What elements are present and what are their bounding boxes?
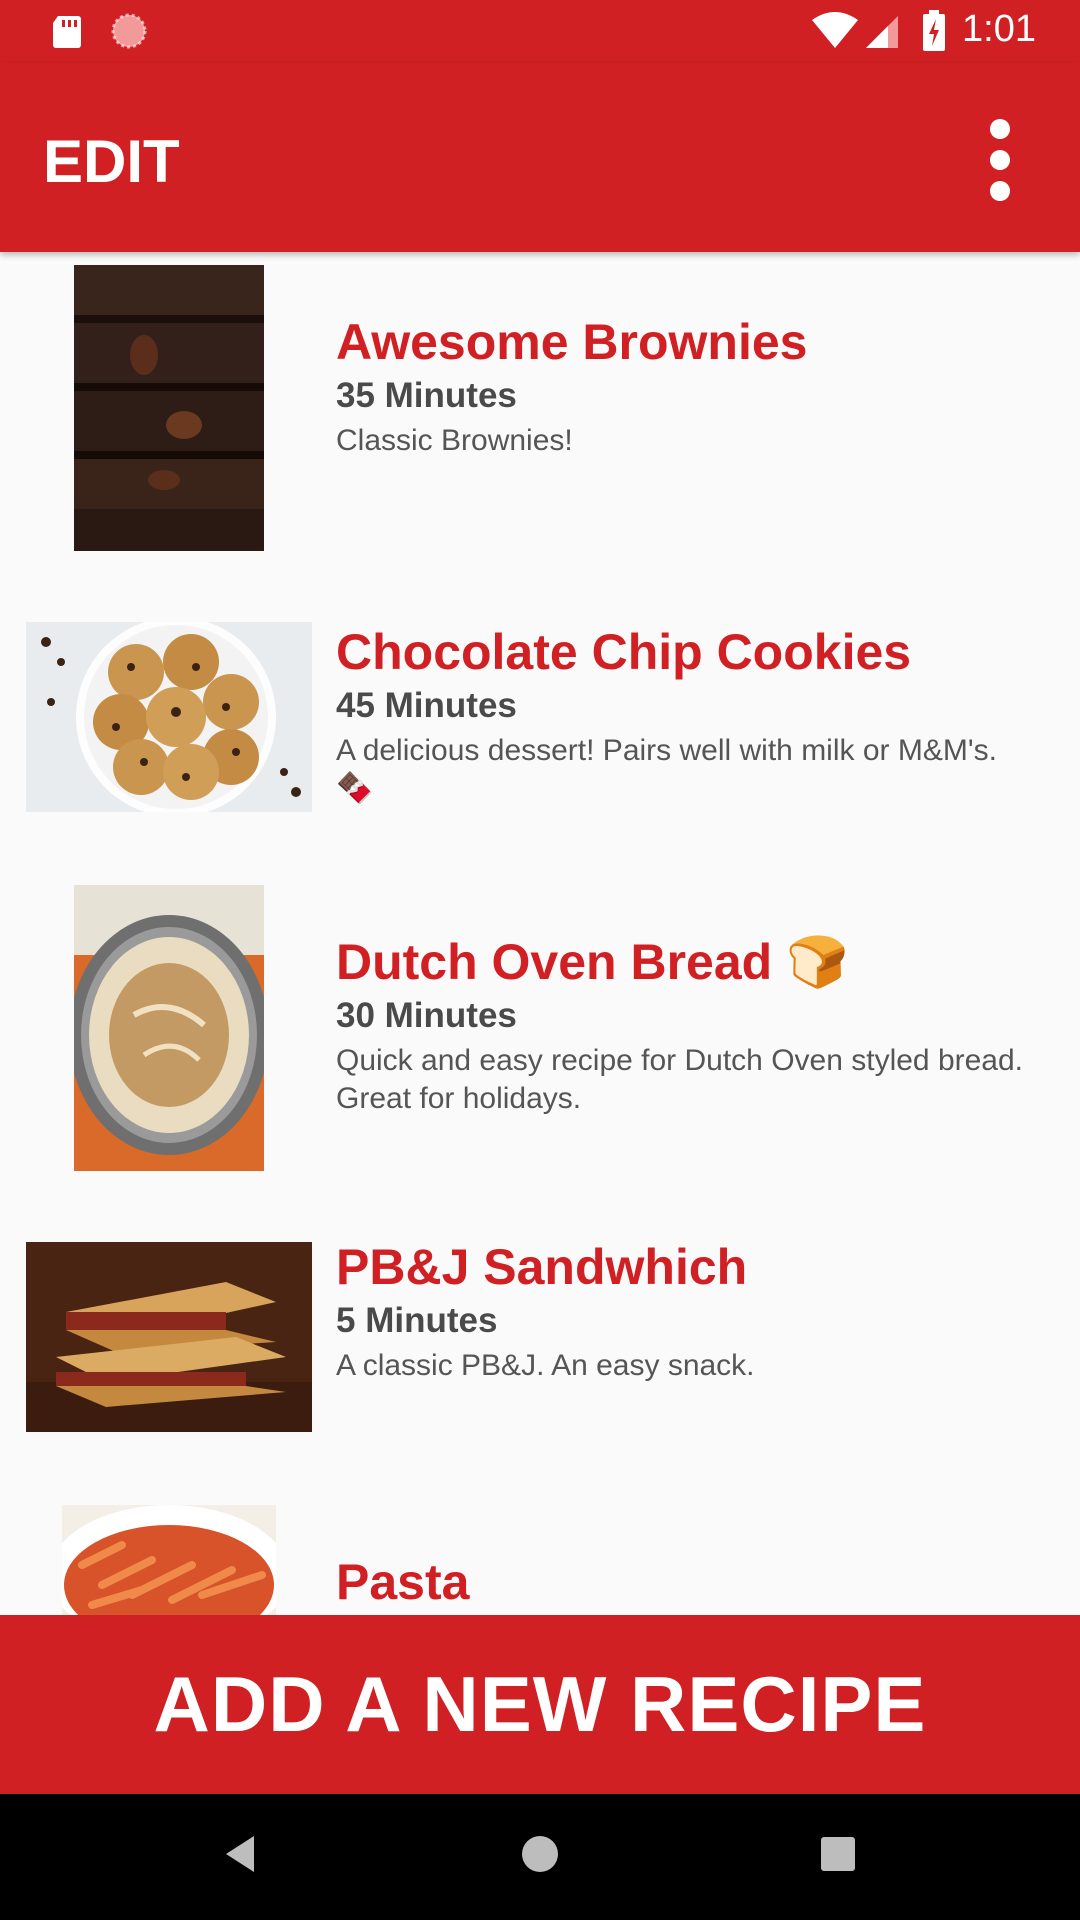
recipe-description: Quick and easy recipe for Dutch Oven sty…	[336, 1044, 1024, 1115]
recipe-title: Awesome Brownies	[336, 314, 808, 370]
recents-icon[interactable]	[820, 1836, 856, 1872]
status-bar: 1:01	[0, 0, 1080, 63]
recipe-info: Pasta	[336, 1552, 1040, 1612]
recipe-info: Dutch Oven Bread 🍞 30 Minutes Quick and …	[336, 932, 1040, 1118]
sd-card-icon	[53, 16, 81, 48]
recipe-row[interactable]: PB&J Sandwhich 5 Minutes A classic PB&J.…	[0, 1182, 1080, 1482]
recipe-description: A classic PB&J. An easy snack.	[336, 1349, 755, 1382]
signal-icon	[866, 16, 898, 48]
battery-charging-icon	[923, 10, 945, 51]
recipe-time: 35 Minutes	[336, 376, 517, 415]
edit-button[interactable]: EDIT	[43, 127, 180, 196]
recipe-list[interactable]: Awesome Brownies 35 Minutes Classic Brow…	[0, 252, 1080, 1615]
recipe-description: Classic Brownies!	[336, 424, 573, 457]
home-icon[interactable]	[520, 1834, 560, 1874]
recipe-title: PB&J Sandwhich	[336, 1239, 748, 1295]
brownies-photo	[74, 265, 264, 551]
recipe-row[interactable]: Dutch Oven Bread 🍞 30 Minutes Quick and …	[0, 872, 1080, 1172]
clock: 1:01	[962, 8, 1036, 50]
back-icon[interactable]	[222, 1834, 258, 1874]
recipe-row[interactable]: Chocolate Chip Cookies 45 Minutes A deli…	[0, 562, 1080, 862]
recipe-title: Dutch Oven Bread 🍞	[336, 934, 849, 990]
more-vertical-icon[interactable]	[980, 115, 1020, 205]
recipe-title: Chocolate Chip Cookies	[336, 624, 912, 680]
recipe-title: Pasta	[336, 1554, 470, 1610]
recipe-info: PB&J Sandwhich 5 Minutes A classic PB&J.…	[336, 1237, 1040, 1385]
recipe-time: 45 Minutes	[336, 686, 517, 725]
add-new-recipe-button[interactable]: ADD A NEW RECIPE	[0, 1615, 1080, 1794]
recipe-description: A delicious dessert! Pairs well with mil…	[336, 734, 997, 805]
recipe-time: 5 Minutes	[336, 1301, 498, 1340]
bread-photo	[74, 885, 264, 1171]
app-bar: EDIT	[0, 63, 1080, 252]
sandwich-photo	[26, 1242, 312, 1432]
recipe-info: Chocolate Chip Cookies 45 Minutes A deli…	[336, 622, 1040, 808]
wifi-icon	[812, 12, 858, 48]
spinner-icon	[111, 13, 147, 49]
recipe-row[interactable]: Pasta	[0, 1492, 1080, 1615]
recipe-row[interactable]: Awesome Brownies 35 Minutes Classic Brow…	[0, 252, 1080, 552]
pasta-photo	[62, 1505, 276, 1615]
navigation-bar	[0, 1794, 1080, 1920]
recipe-info: Awesome Brownies 35 Minutes Classic Brow…	[336, 312, 1040, 460]
cookies-photo	[26, 622, 312, 812]
recipe-time: 30 Minutes	[336, 996, 517, 1035]
